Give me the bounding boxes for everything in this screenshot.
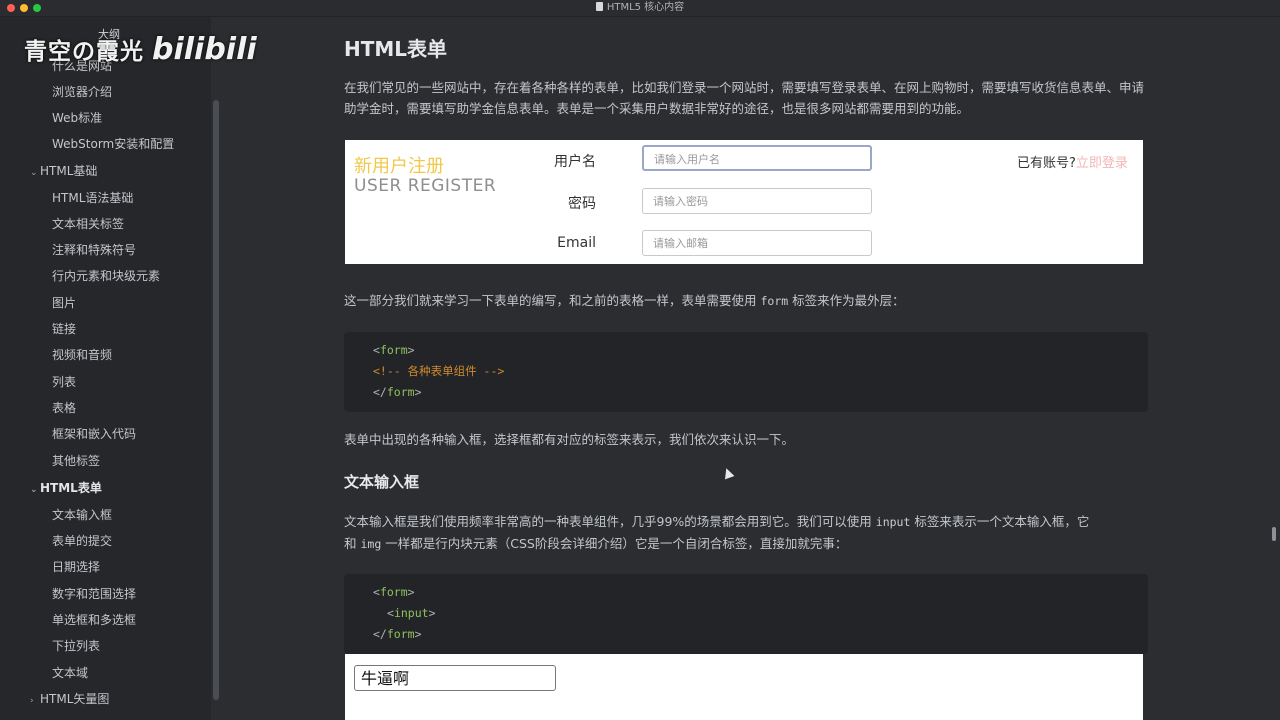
sidebar-item-date-select[interactable]: 日期选择: [52, 558, 100, 575]
sidebar-item-video-audio[interactable]: 视频和音频: [52, 346, 112, 363]
have-account-label: 已有账号?: [1017, 156, 1076, 171]
text: 标签来表示一个文本输入框，它: [910, 514, 1090, 529]
title-bar: HTML5 核心内容: [0, 0, 1280, 17]
email-label: Email: [557, 235, 596, 251]
document-content: HTML表单 在我们常见的一些网站中，存在着各种各样的表单，比如我们登录一个网站…: [221, 17, 1280, 720]
inline-code: img: [360, 537, 382, 551]
sidebar-item-tables[interactable]: 表格: [52, 399, 76, 416]
text: 和: [344, 536, 361, 551]
content-scrollbar[interactable]: [1272, 527, 1276, 541]
sidebar-item-textarea[interactable]: 文本域: [52, 664, 88, 681]
demo-text-input: 牛逼啊: [354, 665, 556, 691]
login-link: 立即登录: [1075, 156, 1128, 171]
register-title-en: USER REGISTER: [354, 176, 497, 196]
text-input-paragraph: 文本输入框是我们使用频率非常高的一种表单组件，几乎99%的场景都会用到它。我们可…: [344, 511, 1164, 555]
code-line: <form>: [373, 585, 415, 599]
sidebar-item-number-range[interactable]: 数字和范围选择: [52, 585, 136, 602]
intro-paragraph: 在我们常见的一些网站中，存在着各种各样的表单，比如我们登录一个网站时，需要填写登…: [344, 80, 1145, 116]
watermark-text: 青空の霞光: [24, 39, 144, 65]
have-account-text: 已有账号?立即登录: [1017, 152, 1128, 171]
sidebar-item-iframes[interactable]: 框架和嵌入代码: [52, 425, 136, 442]
text: 一样都是行内块元素（CSS阶段会详细介绍）它是一个自闭合标签，直接加就完事：: [381, 536, 848, 551]
username-input: 请输入用户名: [642, 145, 872, 171]
text: 标签来作为最外层：: [788, 293, 905, 308]
code-line: </form>: [373, 385, 422, 399]
text: 文本输入框是我们使用频率非常高的一种表单组件，几乎99%的场景都会用到它。我们可…: [344, 514, 876, 529]
page-title: HTML表单: [344, 37, 448, 61]
sidebar-item-text-tags[interactable]: 文本相关标签: [52, 215, 124, 232]
sidebar-section-html-basics[interactable]: ⌄ HTML基础: [30, 162, 97, 179]
inline-code: input: [875, 515, 911, 529]
register-title-cn: 新用户注册: [354, 156, 444, 177]
sidebar-item-links[interactable]: 链接: [52, 320, 76, 337]
sidebar-item-browser-intro[interactable]: 浏览器介绍: [52, 83, 112, 100]
input-types-paragraph: 表单中出现的各种输入框，选择框都有对应的标签来表示，我们依次来认识一下。: [344, 432, 795, 447]
sidebar-item-form-submit[interactable]: 表单的提交: [52, 532, 112, 549]
code-line: <input>: [387, 606, 436, 620]
text: 这一部分我们就来学习一下表单的编写，和之前的表格一样，表单需要使用: [344, 293, 761, 308]
username-label: 用户名: [554, 154, 596, 170]
sidebar-section-html-svg[interactable]: › HTML矢量图: [30, 690, 109, 707]
register-form-image: 新用户注册 USER REGISTER 用户名 请输入用户名 密码 请输入密码 …: [345, 140, 1143, 264]
sidebar-item-inline-block[interactable]: 行内元素和块级元素: [52, 267, 160, 284]
code-line: </form>: [373, 627, 422, 641]
chevron-right-icon[interactable]: ›: [30, 696, 40, 706]
inline-code: form: [760, 294, 789, 308]
code-block-input: <form> <input> </form>: [344, 574, 1148, 654]
section-label: HTML矢量图: [40, 692, 110, 706]
sidebar-item-dropdown[interactable]: 下拉列表: [52, 637, 100, 654]
sidebar-item-comments[interactable]: 注释和特殊符号: [52, 241, 136, 258]
document-icon: [595, 2, 603, 11]
window-title-text: HTML5 核心内容: [606, 2, 685, 13]
window-title: HTML5 核心内容: [0, 1, 1280, 15]
sidebar-item-web-standards[interactable]: Web标准: [52, 109, 102, 126]
code-line: <form>: [373, 343, 415, 357]
sidebar-item-webstorm[interactable]: WebStorm安装和配置: [52, 135, 174, 152]
section-heading-text-input: 文本输入框: [344, 473, 420, 491]
sidebar-scrollbar[interactable]: [213, 100, 219, 700]
sidebar-section-html-forms[interactable]: ⌄ HTML表单: [30, 479, 102, 496]
sidebar-item-text-input[interactable]: 文本输入框: [52, 506, 112, 523]
section-label: HTML基础: [40, 164, 98, 178]
chevron-down-icon[interactable]: ⌄: [30, 485, 40, 495]
sidebar-item-radio-checkbox[interactable]: 单选框和多选框: [52, 611, 136, 628]
outline-sidebar: 什么是网站 浏览器介绍 Web标准 WebStorm安装和配置 ⌄ HTML基础 …: [0, 17, 211, 720]
code-comment: <!-- 各种表单组件 -->: [373, 364, 505, 378]
password-input: 请输入密码: [642, 188, 872, 214]
sidebar-item-lists[interactable]: 列表: [52, 373, 76, 390]
sidebar-item-other-tags[interactable]: 其他标签: [52, 452, 100, 469]
sidebar-item-images[interactable]: 图片: [52, 294, 76, 311]
email-input: 请输入邮箱: [642, 230, 872, 256]
input-demo-image: 牛逼啊: [345, 654, 1143, 720]
form-intro-paragraph: 这一部分我们就来学习一下表单的编写，和之前的表格一样，表单需要使用 form 标…: [344, 290, 1144, 312]
password-label: 密码: [568, 196, 596, 212]
sidebar-item-syntax[interactable]: HTML语法基础: [52, 189, 133, 206]
chevron-down-icon[interactable]: ⌄: [30, 168, 40, 178]
section-label: HTML表单: [40, 481, 102, 495]
code-block-form: <form> <!-- 各种表单组件 --> </form>: [344, 332, 1148, 412]
